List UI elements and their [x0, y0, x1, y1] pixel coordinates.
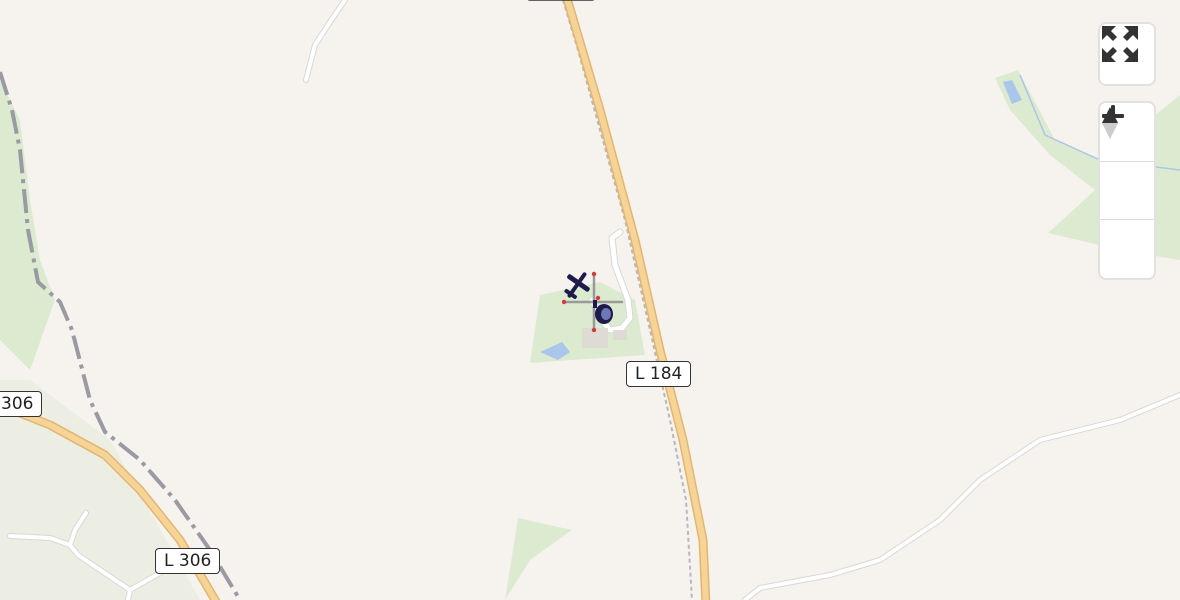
compass-icon	[1102, 107, 1118, 139]
fullscreen-icon	[1102, 26, 1138, 62]
map-canvas[interactable]: L 184 306 L 306	[0, 0, 1180, 600]
helicopter-icon[interactable]	[562, 270, 626, 334]
navigation-control	[1098, 101, 1156, 280]
road-shield-l306-bottom: L 306	[155, 548, 221, 574]
fullscreen-button[interactable]	[1100, 24, 1154, 84]
compass-button[interactable]	[1100, 107, 1154, 277]
fullscreen-control	[1098, 22, 1156, 86]
road-shield-l184: L 184	[626, 361, 692, 387]
zoom-out-button[interactable]	[1100, 114, 1154, 219]
road-shield-l306-left: 306	[0, 391, 43, 417]
